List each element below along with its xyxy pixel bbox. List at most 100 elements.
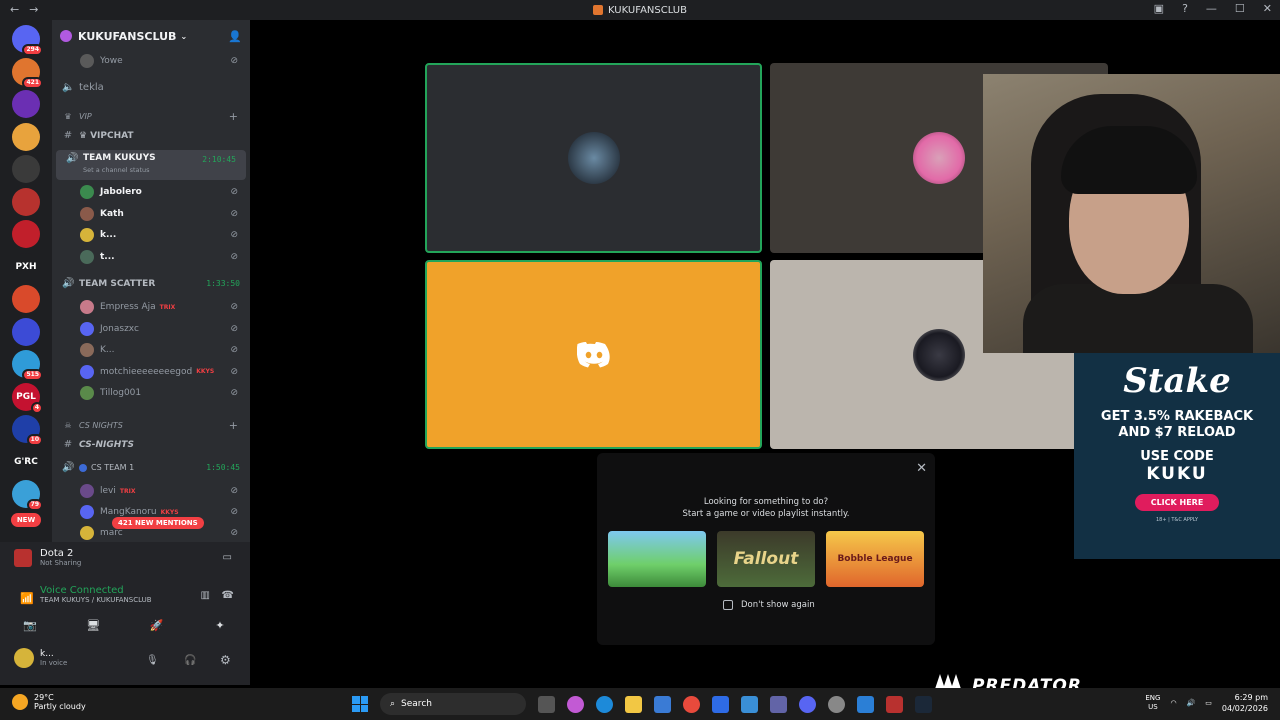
category-cs-nights[interactable]: ☠ CS NIGHTS + <box>52 419 250 432</box>
voice-status[interactable]: Voice Connected TEAM KUKUYS / KUKUFANSCL… <box>40 585 152 604</box>
server-icon[interactable] <box>12 90 40 118</box>
voice-member[interactable]: Empress Aja TRIX ⊘ <box>52 300 250 314</box>
avatar <box>80 54 94 68</box>
server-icon[interactable] <box>12 155 40 183</box>
voice-member[interactable]: k... ⊘ <box>52 228 250 242</box>
voice-member[interactable]: Tillog001 ⊘ <box>52 386 250 400</box>
wifi-icon[interactable]: ◠ <box>1170 699 1176 707</box>
help-icon[interactable]: ? <box>1182 2 1188 15</box>
category-vip[interactable]: ♛ VIP + <box>52 110 250 123</box>
taskbar-search[interactable]: ⌕ Search <box>380 693 526 715</box>
voice-member[interactable]: K... ⊘ <box>52 343 250 357</box>
channel-status[interactable]: Set a channel status <box>83 166 156 174</box>
disconnect-icon[interactable]: ☎ <box>222 590 234 601</box>
maximize-button[interactable]: ☐ <box>1235 2 1245 15</box>
server-icon[interactable]: 10 <box>12 415 43 446</box>
channel-timer: 1:33:50 <box>206 279 240 288</box>
member-name: Yowe <box>100 56 123 66</box>
speaker-icon: 🔊 <box>66 153 79 164</box>
participant-tile[interactable] <box>425 63 762 253</box>
username: k... <box>40 649 54 659</box>
activities-button[interactable]: 🚀 <box>137 614 177 636</box>
text-channel-vipchat[interactable]: # ♛ VIPCHAT <box>52 130 250 141</box>
voice-member[interactable]: levi TRIX ⊘ <box>52 484 250 498</box>
server-icon[interactable] <box>12 285 40 313</box>
click-here-button[interactable]: CLICK HERE <box>1134 494 1220 511</box>
settings-gear-icon[interactable]: ⚙ <box>220 653 231 667</box>
server-icon[interactable] <box>12 187 40 216</box>
promo-code: KUKU <box>1146 464 1208 484</box>
participant-tile[interactable] <box>425 260 762 449</box>
server-icon[interactable]: 294 <box>12 25 43 56</box>
game-card[interactable] <box>608 531 706 587</box>
noise-suppression-icon[interactable]: ▥ <box>201 590 210 601</box>
weather-widget[interactable]: 29°C Partly cloudy <box>12 693 86 711</box>
server-icon[interactable]: PGL 4 <box>12 382 43 414</box>
start-menu-icon[interactable] <box>352 696 368 712</box>
minimize-button[interactable]: — <box>1206 2 1217 15</box>
checkbox[interactable] <box>723 600 733 610</box>
server-icon[interactable]: 79 <box>12 480 43 511</box>
language-indicator[interactable]: ENG US <box>1145 694 1160 712</box>
notepad-icon[interactable] <box>857 695 874 713</box>
voice-member[interactable]: Jonaszxc ⊘ <box>52 321 250 336</box>
new-mentions-pill[interactable]: 421 NEW MENTIONS <box>112 517 204 529</box>
system-tray: ENG US ◠ 🔊 ▭ 6:29 pm 04/02/2026 <box>1145 692 1268 714</box>
copilot-icon[interactable] <box>567 695 584 713</box>
voice-channel-team-kukuys[interactable]: 🔊 TEAM KUKUYS Set a channel status 2:10:… <box>56 150 246 180</box>
close-icon[interactable]: ✕ <box>916 461 927 476</box>
voice-channel-team-scatter[interactable]: 🔊 TEAM SCATTER 1:33:50 <box>52 278 250 289</box>
server-icon[interactable]: NEW <box>11 512 41 527</box>
voice-member[interactable]: motchieeeeeeeegod KKYS ⊘ <box>52 364 250 379</box>
discord-icon[interactable] <box>799 695 816 713</box>
store-icon[interactable] <box>654 695 671 713</box>
volume-icon[interactable]: 🔊 <box>1187 699 1196 707</box>
close-button[interactable]: ✕ <box>1263 2 1272 15</box>
headphones-icon[interactable]: 🎧 <box>184 655 196 666</box>
dont-show-again[interactable]: Don't show again <box>723 600 815 610</box>
server-icon[interactable] <box>12 220 40 248</box>
edge-icon[interactable] <box>596 695 613 713</box>
settings-icon[interactable] <box>828 695 845 713</box>
screen-share-button[interactable]: 🖥 <box>73 614 113 636</box>
server-icon[interactable] <box>12 317 40 346</box>
mail-icon[interactable] <box>712 695 729 713</box>
back-icon[interactable]: ← <box>10 3 19 16</box>
text-channel-cs-nights[interactable]: # CS-NIGHTS <box>52 439 250 450</box>
voice-member[interactable]: t... ⊘ <box>52 249 250 264</box>
voice-member[interactable]: Kath ⊘ <box>52 206 250 221</box>
teams-icon[interactable] <box>770 695 787 713</box>
server-icon[interactable]: PXH <box>12 252 40 281</box>
steam-icon[interactable] <box>915 695 932 713</box>
voice-member[interactable]: Yowe ⊘ <box>52 54 250 68</box>
game-card[interactable]: Bobble League <box>826 531 924 587</box>
microphone-icon[interactable]: 🎙 <box>146 655 159 666</box>
task-view-icon[interactable] <box>538 695 555 713</box>
file-explorer-icon[interactable] <box>625 695 642 713</box>
voice-channel-cs-team[interactable]: 🔊 CS TEAM 1 1:50:45 <box>52 462 250 473</box>
clock[interactable]: 6:29 pm 04/02/2026 <box>1222 692 1268 714</box>
server-icon[interactable]: 515 <box>12 350 43 381</box>
voice-member[interactable]: Jabolero ⊘ <box>52 185 250 199</box>
soundboard-button[interactable]: ✦ <box>200 614 240 636</box>
server-icon[interactable]: 421 <box>12 57 43 89</box>
add-channel-icon[interactable]: + <box>229 419 238 432</box>
dota-icon[interactable] <box>886 695 903 713</box>
battery-icon[interactable]: ▭ <box>1205 699 1212 707</box>
guild-header[interactable]: KUKUFANSCLUB ⌄ 👤 <box>52 20 250 52</box>
add-channel-icon[interactable]: + <box>229 110 238 123</box>
activity[interactable]: Dota 2 Not Sharing <box>14 548 81 567</box>
camera-button[interactable]: 📷 <box>10 614 50 636</box>
forward-icon[interactable]: → <box>29 3 38 16</box>
current-user[interactable]: k... In voice <box>14 648 67 668</box>
screen-share-icon[interactable]: ▭ <box>223 552 232 563</box>
chrome-icon[interactable] <box>683 695 700 713</box>
inbox-icon[interactable]: ▣ <box>1154 2 1164 15</box>
invite-icon[interactable]: 👤 <box>228 30 242 43</box>
app-icon[interactable] <box>741 695 758 713</box>
weather-text: Partly cloudy <box>34 702 86 711</box>
server-icon[interactable]: G'RC <box>12 447 40 476</box>
game-card[interactable]: Fallout <box>717 531 815 587</box>
voice-channel-tekla[interactable]: 🔈 tekla <box>52 82 250 93</box>
server-icon[interactable] <box>12 122 40 151</box>
